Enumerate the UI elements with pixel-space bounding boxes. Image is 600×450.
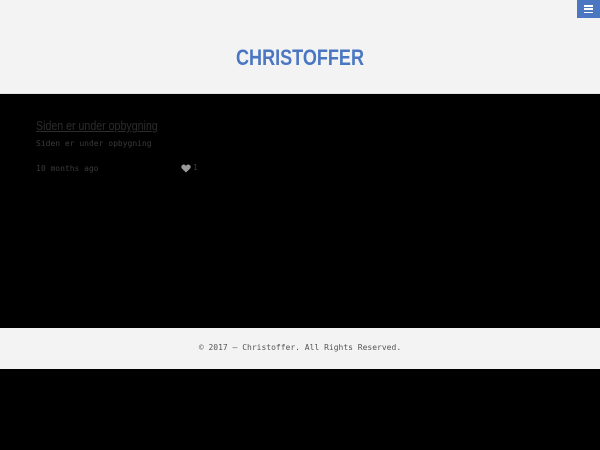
post-excerpt: Siden er under opbygning xyxy=(36,139,152,148)
copyright-text: © 2017 – Christoffer. All Rights Reserve… xyxy=(198,343,402,352)
site-footer: © 2017 – Christoffer. All Rights Reserve… xyxy=(0,328,600,369)
heart-icon xyxy=(181,164,191,172)
like-button[interactable]: 1 xyxy=(181,162,198,174)
site-header: CHRISTOFFER xyxy=(0,0,600,94)
site-title: CHRISTOFFER xyxy=(54,44,546,72)
post-timestamp: 10 months ago xyxy=(36,164,99,173)
main-content: Siden er under opbygning Siden er under … xyxy=(0,94,600,328)
post-title-link[interactable]: Siden er under opbygning xyxy=(36,118,158,134)
site-title-link[interactable]: CHRISTOFFER xyxy=(236,45,364,70)
hamburger-menu-icon xyxy=(584,5,593,13)
like-count: 1 xyxy=(193,163,198,172)
menu-toggle-button[interactable] xyxy=(577,0,600,18)
page-background xyxy=(0,369,600,450)
